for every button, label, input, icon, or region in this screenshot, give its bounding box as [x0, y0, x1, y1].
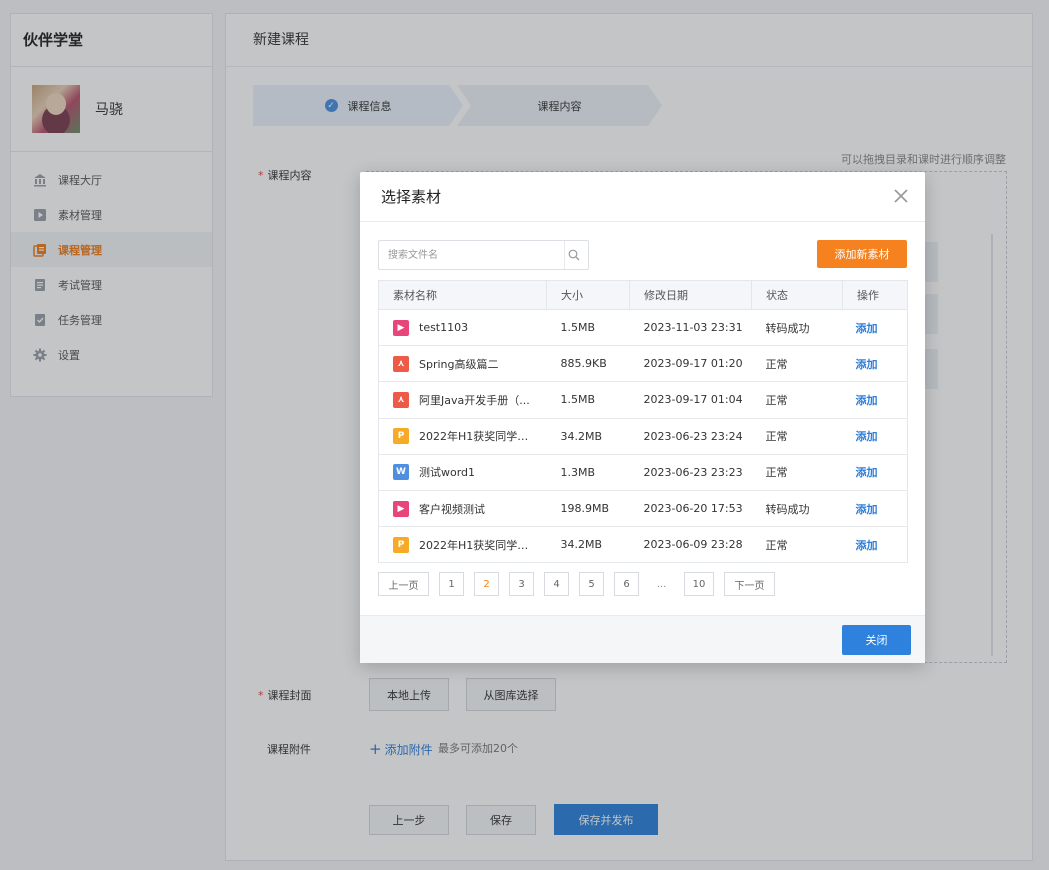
- add-link[interactable]: 添加: [842, 381, 908, 419]
- add-link[interactable]: 添加: [842, 309, 908, 347]
- cell-date: 2023-11-03 23:31: [629, 309, 752, 347]
- cell-name: W 测试word1: [378, 454, 547, 491]
- close-button[interactable]: 关闭: [842, 625, 911, 655]
- cell-size: 198.9MB: [546, 490, 630, 528]
- search-divider: [564, 241, 565, 269]
- cell-size: 34.2MB: [546, 418, 630, 455]
- cell-status: 正常: [751, 526, 843, 564]
- modal-header: 选择素材: [360, 172, 925, 222]
- page-ellipsis: ...: [649, 572, 674, 596]
- cell-name: ⋏ Spring高级篇二: [378, 345, 547, 383]
- table-row: ▶ 客户视频测试 198.9MB 2023-06-20 17:53 转码成功 添加: [378, 490, 908, 528]
- select-material-modal: 选择素材 添加新素材 素材名称 大小 修改日期 状态 操作 ▶ test1103 1…: [360, 172, 925, 663]
- cell-name: ⋏ 阿里Java开发手册（...: [378, 381, 547, 419]
- col-header-action: 操作: [842, 280, 908, 310]
- col-header-name: 素材名称: [378, 280, 547, 310]
- cell-name: P 2022年H1获奖同学事...: [378, 526, 547, 564]
- table-row: P 2022年H1获奖同学事... 34.2MB 2023-06-09 23:28 正常…: [378, 526, 908, 564]
- page-button-current[interactable]: 2: [474, 572, 499, 596]
- page-button[interactable]: 5: [579, 572, 604, 596]
- table-row: ⋏ 阿里Java开发手册（... 1.5MB 2023-09-17 01:04 正常 添加: [378, 381, 908, 419]
- cell-status: 正常: [751, 454, 843, 491]
- page-button[interactable]: 3: [509, 572, 534, 596]
- add-link[interactable]: 添加: [842, 418, 908, 455]
- cell-name: P 2022年H1获奖同学事...: [378, 418, 547, 455]
- file-name: 阿里Java开发手册（...: [419, 393, 530, 407]
- cell-size: 34.2MB: [546, 526, 630, 564]
- cell-date: 2023-09-17 01:04: [629, 381, 752, 419]
- col-header-date: 修改日期: [629, 280, 752, 310]
- material-table: 素材名称 大小 修改日期 状态 操作 ▶ test1103 1.5MB 2023-11…: [378, 280, 908, 564]
- add-link[interactable]: 添加: [842, 345, 908, 383]
- cell-size: 1.5MB: [546, 381, 630, 419]
- cell-date: 2023-06-23 23:23: [629, 454, 752, 491]
- pagination: 上一页 1 2 3 4 5 6 ... 10 下一页: [378, 572, 785, 596]
- cell-status: 正常: [751, 381, 843, 419]
- cell-date: 2023-09-17 01:20: [629, 345, 752, 383]
- cell-name: ▶ 客户视频测试: [378, 490, 547, 528]
- pdf-icon: ⋏: [393, 355, 409, 372]
- cell-size: 1.3MB: [546, 454, 630, 491]
- close-icon[interactable]: [892, 187, 910, 205]
- cell-size: 1.5MB: [546, 309, 630, 347]
- file-name: 客户视频测试: [419, 502, 485, 516]
- cell-status: 正常: [751, 345, 843, 383]
- modal-footer: 关闭: [360, 615, 925, 663]
- search-icon[interactable]: [568, 249, 580, 261]
- page-button-last[interactable]: 10: [684, 572, 714, 596]
- cell-status: 转码成功: [751, 309, 843, 347]
- video-icon: ▶: [393, 319, 409, 336]
- next-page-button[interactable]: 下一页: [724, 572, 775, 596]
- page-button[interactable]: 4: [544, 572, 569, 596]
- prev-page-button[interactable]: 上一页: [378, 572, 429, 596]
- page-button[interactable]: 6: [614, 572, 639, 596]
- ppt-icon: P: [393, 428, 409, 445]
- add-material-button[interactable]: 添加新素材: [817, 240, 907, 268]
- table-row: ⋏ Spring高级篇二 885.9KB 2023-09-17 01:20 正常 添加: [378, 345, 908, 383]
- add-link[interactable]: 添加: [842, 454, 908, 491]
- file-name: Spring高级篇二: [419, 357, 499, 371]
- ppt-icon: P: [393, 536, 409, 553]
- cell-name: ▶ test1103: [378, 309, 547, 347]
- cell-date: 2023-06-20 17:53: [629, 490, 752, 528]
- modal-title: 选择素材: [381, 188, 442, 206]
- col-header-size: 大小: [546, 280, 630, 310]
- video-icon: ▶: [393, 500, 409, 517]
- file-name: 2022年H1获奖同学事...: [419, 430, 534, 444]
- add-link[interactable]: 添加: [842, 526, 908, 564]
- table-row: P 2022年H1获奖同学事... 34.2MB 2023-06-23 23:24 正常…: [378, 418, 908, 455]
- add-link[interactable]: 添加: [842, 490, 908, 528]
- cell-date: 2023-06-23 23:24: [629, 418, 752, 455]
- cell-status: 正常: [751, 418, 843, 455]
- cell-status: 转码成功: [751, 490, 843, 528]
- file-name: 测试word1: [419, 466, 476, 480]
- table-header: 素材名称 大小 修改日期 状态 操作: [378, 280, 908, 310]
- page-button[interactable]: 1: [439, 572, 464, 596]
- word-icon: W: [393, 464, 409, 481]
- file-name: 2022年H1获奖同学事...: [419, 538, 534, 552]
- col-header-status: 状态: [751, 280, 843, 310]
- cell-size: 885.9KB: [546, 345, 630, 383]
- search-input[interactable]: [379, 241, 559, 269]
- cell-date: 2023-06-09 23:28: [629, 526, 752, 564]
- file-name: test1103: [419, 321, 469, 335]
- search-box: [378, 240, 589, 270]
- table-row: W 测试word1 1.3MB 2023-06-23 23:23 正常 添加: [378, 454, 908, 491]
- pdf-icon: ⋏: [393, 391, 409, 408]
- table-row: ▶ test1103 1.5MB 2023-11-03 23:31 转码成功 添加: [378, 309, 908, 347]
